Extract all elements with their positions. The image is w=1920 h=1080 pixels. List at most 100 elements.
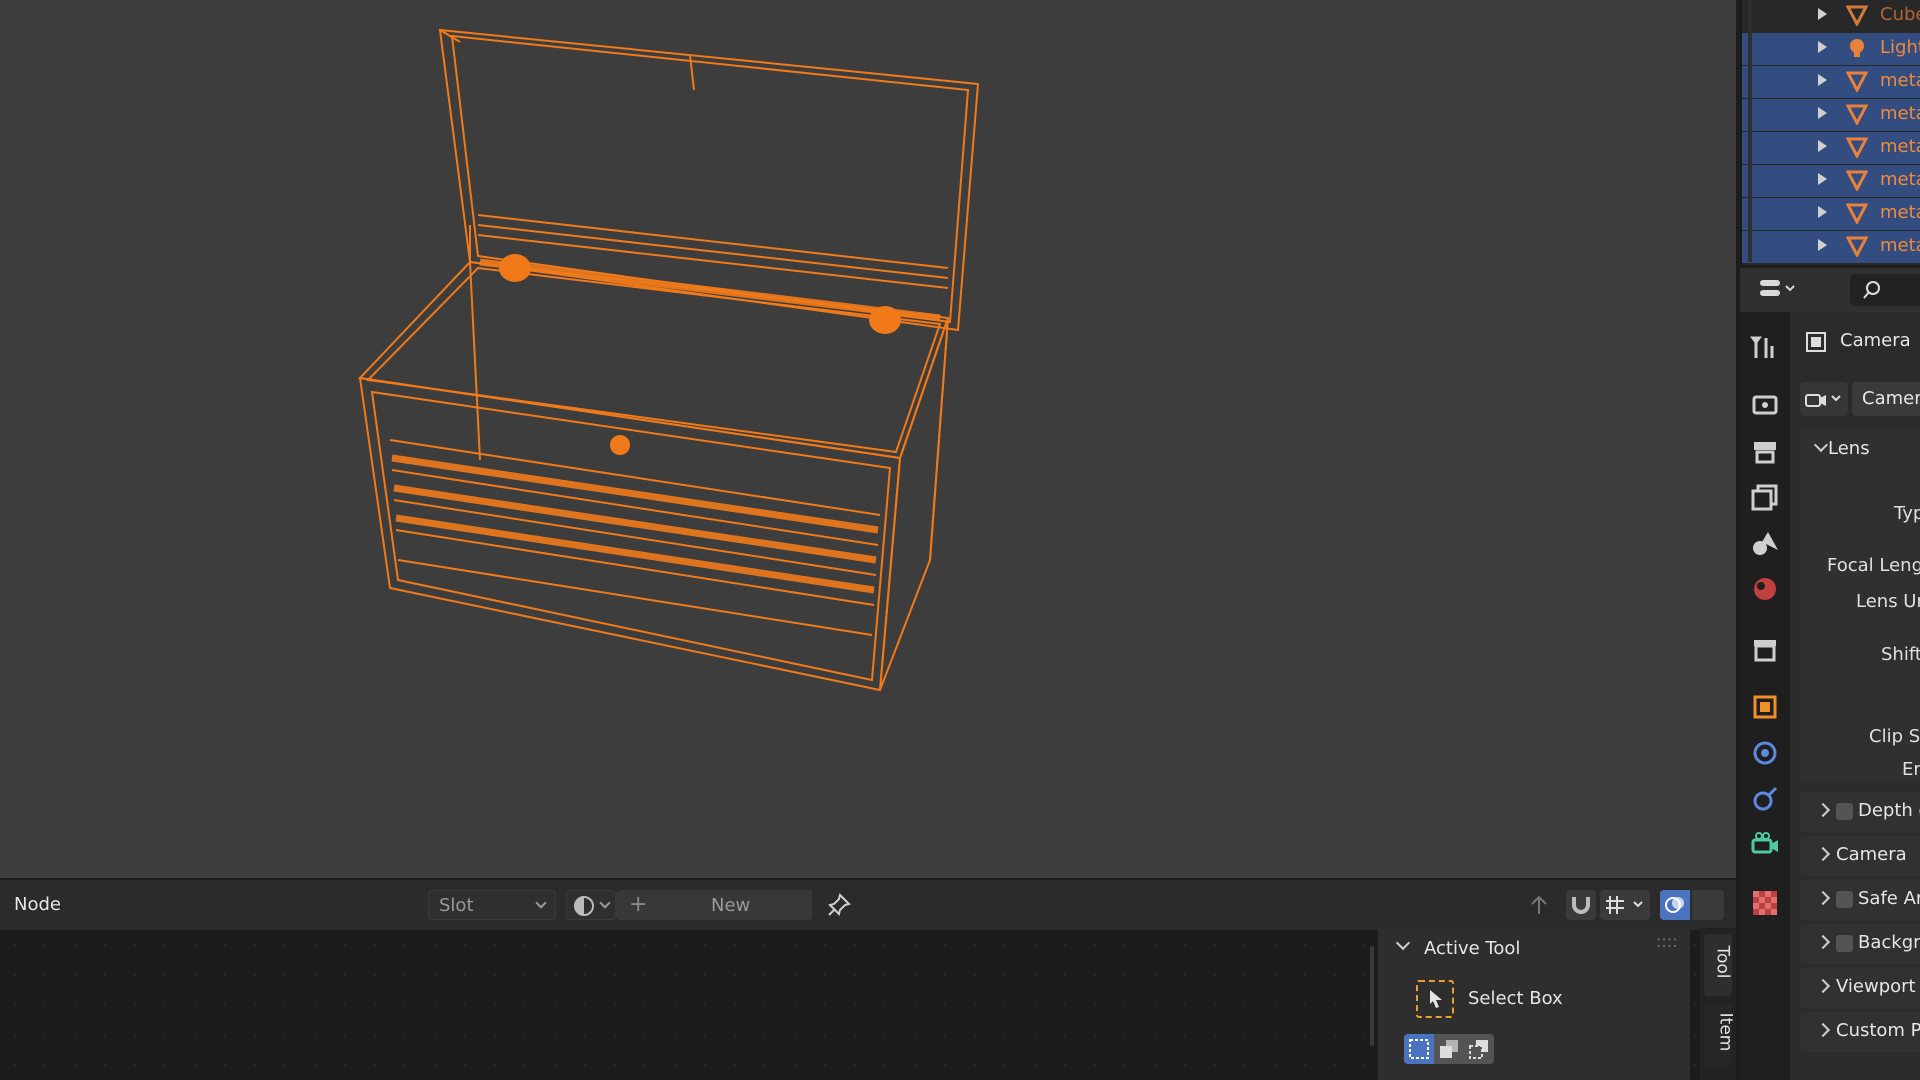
snap-mode-dropdown[interactable] bbox=[1600, 890, 1650, 920]
tab-item-label: Item bbox=[1715, 1012, 1736, 1052]
background-images-panel[interactable]: Backgro bbox=[1800, 924, 1920, 964]
editor-type-icon[interactable] bbox=[1758, 276, 1798, 302]
outliner-item-label: meta bbox=[1880, 103, 1920, 124]
outliner-item-meta[interactable]: meta bbox=[1742, 231, 1920, 263]
outliner-item-meta[interactable]: meta bbox=[1742, 132, 1920, 164]
node-editor-scrollbar[interactable] bbox=[1370, 946, 1374, 1046]
focal-length-label: Focal Lengt bbox=[1827, 555, 1920, 576]
outliner-scrollbar[interactable] bbox=[1748, 0, 1752, 262]
chevron-right-icon bbox=[1815, 934, 1831, 950]
node-editor-sidebar: Active Tool :::: Select Box bbox=[1378, 928, 1690, 1080]
properties-header bbox=[1740, 268, 1920, 312]
camera-data-name: Camera bbox=[1862, 388, 1920, 409]
outliner-item-meta[interactable]: meta bbox=[1742, 198, 1920, 230]
slot-dropdown[interactable]: Slot bbox=[428, 890, 556, 920]
view-layer-tab-icon[interactable] bbox=[1750, 482, 1780, 512]
outliner-panel[interactable]: Cube Light meta meta meta meta meta meta bbox=[1740, 0, 1920, 265]
select-mode-new[interactable] bbox=[1404, 1034, 1434, 1064]
collection-tab-icon[interactable] bbox=[1750, 634, 1780, 664]
outliner-item-cube[interactable]: Cube bbox=[1742, 0, 1920, 32]
mesh-icon bbox=[1846, 137, 1868, 158]
expand-arrow-icon[interactable] bbox=[1818, 107, 1827, 119]
expand-arrow-icon[interactable] bbox=[1818, 74, 1827, 86]
properties-search-field[interactable] bbox=[1850, 274, 1920, 306]
outliner-item-label: meta bbox=[1880, 136, 1920, 157]
new-material-button[interactable]: + New bbox=[616, 890, 812, 920]
expand-arrow-icon[interactable] bbox=[1818, 173, 1827, 185]
chevron-right-icon bbox=[1815, 846, 1831, 862]
panel-title: Viewport D bbox=[1836, 976, 1920, 997]
viewport-display-panel[interactable]: Viewport D bbox=[1800, 968, 1920, 1008]
safe-areas-panel[interactable]: Safe Are bbox=[1800, 880, 1920, 920]
overlays-dropdown[interactable] bbox=[1692, 890, 1724, 920]
tab-item[interactable]: Item bbox=[1704, 1004, 1736, 1066]
chevron-right-icon bbox=[1815, 802, 1831, 818]
snap-grid-icon bbox=[1606, 896, 1643, 914]
3d-viewport[interactable] bbox=[0, 0, 1736, 878]
expand-arrow-icon[interactable] bbox=[1818, 206, 1827, 218]
select-mode-extend[interactable] bbox=[1434, 1034, 1464, 1064]
material-sphere-icon bbox=[574, 896, 594, 916]
select-box-tool-icon[interactable] bbox=[1416, 980, 1454, 1018]
background-images-checkbox[interactable] bbox=[1836, 935, 1853, 952]
texture-tab-icon[interactable] bbox=[1750, 888, 1780, 918]
pin-icon[interactable] bbox=[826, 892, 852, 918]
render-tab-icon[interactable] bbox=[1750, 388, 1780, 418]
parent-node-tree-icon[interactable] bbox=[1526, 892, 1552, 918]
lens-panel-header[interactable]: Lens bbox=[1800, 430, 1920, 470]
tool-tab-icon[interactable] bbox=[1750, 332, 1780, 362]
panel-title: Backgro bbox=[1858, 932, 1920, 953]
outliner-item-label: meta bbox=[1880, 235, 1920, 256]
active-tool-title: Active Tool bbox=[1424, 938, 1521, 959]
scene-tab-icon[interactable] bbox=[1750, 528, 1780, 558]
camera-data-browse[interactable] bbox=[1800, 382, 1848, 416]
chevron-down-icon bbox=[535, 897, 547, 909]
select-subtract-icon bbox=[1469, 1040, 1488, 1059]
tab-tool[interactable]: Tool bbox=[1704, 934, 1733, 996]
output-tab-icon[interactable] bbox=[1750, 436, 1780, 466]
safe-areas-checkbox[interactable] bbox=[1836, 891, 1853, 908]
overlays-toggle[interactable] bbox=[1660, 890, 1690, 920]
clip-start-label: Clip Sta bbox=[1869, 726, 1920, 747]
lens-panel: Lens Typ Focal Lengt Lens Ur Shift Clip … bbox=[1800, 430, 1920, 782]
expand-arrow-icon[interactable] bbox=[1818, 8, 1827, 20]
chevron-down-icon bbox=[599, 897, 611, 909]
mesh-icon bbox=[1846, 203, 1868, 224]
outliner-item-meta[interactable]: meta bbox=[1742, 165, 1920, 197]
constraints-tab-icon[interactable] bbox=[1750, 784, 1780, 814]
camera-data-name-field[interactable]: Camera bbox=[1852, 382, 1920, 416]
plus-icon: + bbox=[629, 892, 648, 917]
chevron-right-icon bbox=[1815, 1022, 1831, 1038]
object-tab-icon[interactable] bbox=[1750, 692, 1780, 722]
expand-arrow-icon[interactable] bbox=[1818, 239, 1827, 251]
physics-tab-icon[interactable] bbox=[1750, 738, 1780, 768]
slot-label: Slot bbox=[439, 895, 474, 916]
outliner-item-meta[interactable]: meta bbox=[1742, 66, 1920, 98]
chest-wireframe[interactable] bbox=[0, 0, 1736, 878]
depth-of-field-panel[interactable]: Depth o bbox=[1800, 792, 1920, 832]
overlays-icon bbox=[1665, 897, 1684, 913]
object-name-row: Camera bbox=[1790, 322, 1920, 362]
panel-title: Safe Are bbox=[1858, 888, 1920, 909]
drag-handle-icon[interactable]: :::: bbox=[1656, 932, 1678, 951]
depth-of-field-checkbox[interactable] bbox=[1836, 803, 1853, 820]
world-tab-icon[interactable] bbox=[1750, 574, 1780, 604]
camera-data-tab-icon[interactable] bbox=[1750, 830, 1780, 860]
expand-arrow-icon[interactable] bbox=[1818, 41, 1827, 53]
expand-arrow-icon[interactable] bbox=[1818, 140, 1827, 152]
material-browse[interactable] bbox=[566, 890, 616, 920]
snap-toggle[interactable] bbox=[1566, 890, 1596, 920]
chevron-down-icon bbox=[1395, 935, 1411, 951]
properties-tab-bar bbox=[1740, 312, 1790, 1080]
custom-properties-panel[interactable]: Custom Pr bbox=[1800, 1012, 1920, 1052]
outliner-item-light[interactable]: Light bbox=[1742, 33, 1920, 65]
mesh-icon bbox=[1846, 170, 1868, 191]
camera-panel[interactable]: Camera bbox=[1800, 836, 1920, 876]
select-mode-subtract[interactable] bbox=[1464, 1034, 1494, 1064]
outliner-item-label: meta bbox=[1880, 70, 1920, 91]
chevron-down-icon bbox=[1813, 437, 1829, 453]
outliner-item-meta[interactable]: meta bbox=[1742, 99, 1920, 131]
active-tool-panel-header[interactable]: Active Tool :::: bbox=[1378, 928, 1690, 968]
properties-editor: Camera Camera Lens Typ Focal Lengt Lens … bbox=[1790, 312, 1920, 1080]
object-name-label: Camera bbox=[1840, 330, 1911, 351]
